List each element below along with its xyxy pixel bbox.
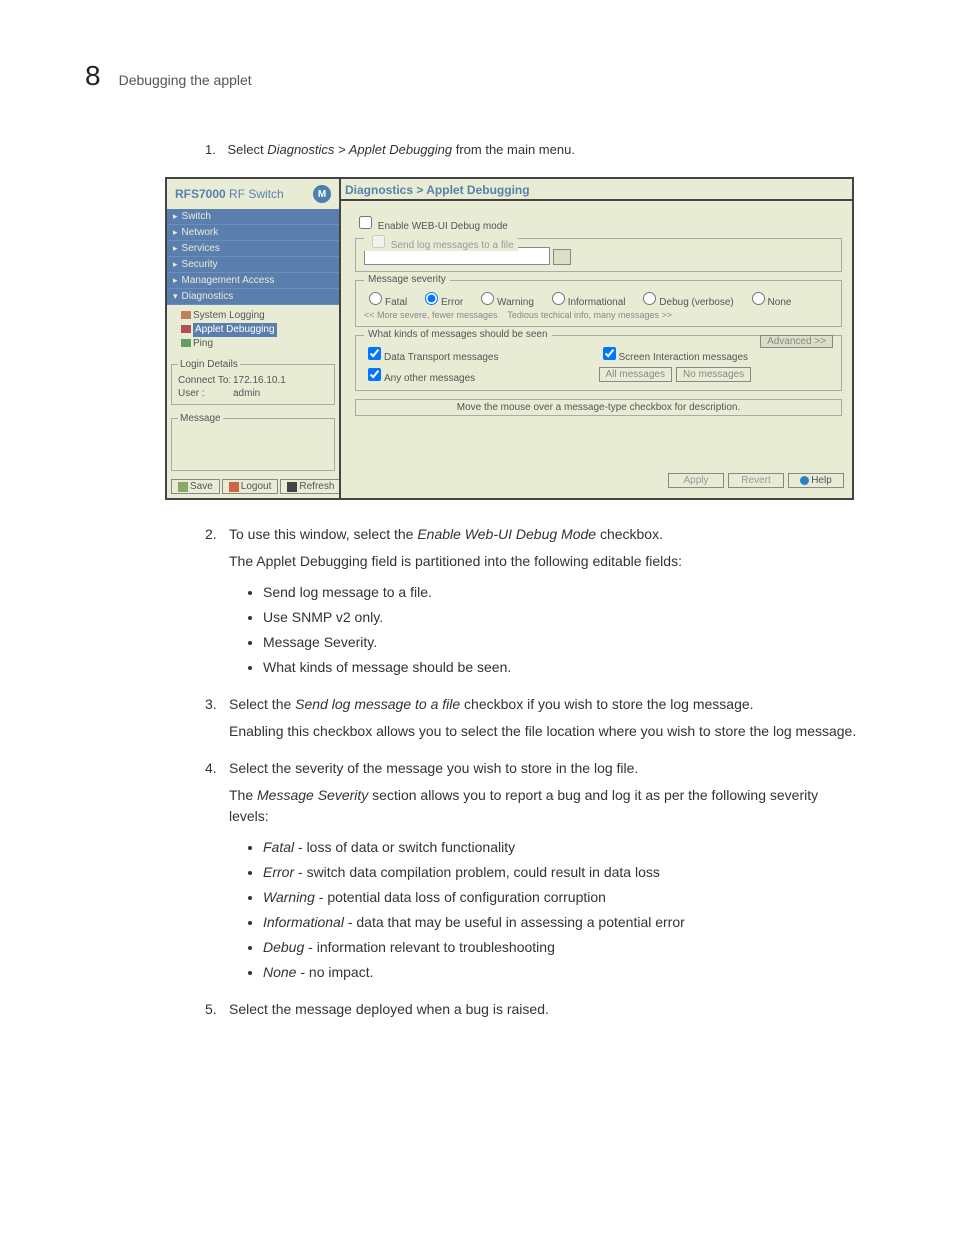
send-file-legend: Send log messages to a file [391, 240, 514, 251]
browse-button[interactable] [553, 249, 571, 265]
chapter-title: Debugging the applet [119, 72, 252, 88]
bottom-buttons: Apply Revert Help [341, 469, 852, 492]
login-connect-label: Connect To: [178, 375, 233, 386]
sev-fatal[interactable]: Fatal [364, 297, 407, 308]
nav-switch[interactable]: Switch [167, 209, 339, 225]
kinds-fieldset: What kinds of messages should be seen Ad… [355, 335, 842, 391]
sev-none[interactable]: None [747, 297, 792, 308]
hover-hint: Move the mouse over a message-type check… [355, 399, 842, 416]
revert-button[interactable]: Revert [728, 473, 784, 488]
message-box: Message [171, 413, 335, 471]
nav-security[interactable]: Security [167, 257, 339, 273]
step-2-num: 2. [205, 524, 229, 688]
save-button[interactable]: Save [171, 479, 220, 494]
nav-mgmt-access[interactable]: Management Access [167, 273, 339, 289]
body-text: 2. To use this window, select the Enable… [205, 524, 859, 1020]
sev-informational[interactable]: Informational [547, 297, 626, 308]
chevron-right-icon [173, 275, 178, 286]
advanced-button[interactable]: Advanced >> [760, 335, 833, 348]
login-connect-value: 172.16.10.1 [233, 375, 286, 386]
brand-model: RFS7000 [175, 187, 226, 201]
bullet: Message Severity. [263, 632, 859, 653]
main-panel: Diagnostics > Applet Debugging Enable WE… [339, 179, 852, 498]
tree-ping[interactable]: Ping [181, 337, 335, 351]
logout-icon [229, 482, 239, 492]
sev-hint-right: Tedious techical info, many messages >> [507, 310, 672, 320]
step-1-path: Diagnostics > Applet Debugging [267, 142, 452, 157]
chevron-down-icon [173, 291, 178, 302]
send-file-checkbox[interactable] [372, 235, 385, 248]
bullet: Use SNMP v2 only. [263, 607, 859, 628]
login-details-box: Login Details Connect To:172.16.10.1 Use… [171, 359, 335, 405]
log-icon [181, 311, 191, 319]
no-messages-button[interactable]: No messages [676, 367, 751, 382]
bullet: Send log message to a file. [263, 582, 859, 603]
sev-error[interactable]: Error [420, 297, 463, 308]
sev-debug[interactable]: Debug (verbose) [638, 297, 733, 308]
step-1-num: 1. [205, 142, 216, 157]
login-user-value: admin [233, 388, 260, 399]
sev-warning[interactable]: Warning [476, 297, 534, 308]
nav-menu: Switch Network Services Security Managem… [167, 209, 339, 305]
chevron-right-icon [173, 243, 178, 254]
enable-debug-row: Enable WEB-UI Debug mode [355, 213, 842, 232]
step-3-num: 3. [205, 694, 229, 752]
step-5-num: 5. [205, 999, 229, 1020]
tree-system-logging[interactable]: System Logging [181, 309, 335, 323]
chk-data-transport[interactable]: Data Transport messages [364, 344, 599, 363]
refresh-icon [287, 482, 297, 492]
breadcrumb: Diagnostics > Applet Debugging [341, 181, 852, 201]
brand-kind: RF Switch [226, 187, 284, 201]
chevron-right-icon [173, 227, 178, 238]
apply-button[interactable]: Apply [668, 473, 724, 488]
logout-button[interactable]: Logout [222, 479, 279, 494]
tree-applet-debugging[interactable]: Applet Debugging [181, 323, 335, 337]
brand-bar: RFS7000 RF Switch M [167, 179, 339, 209]
nav-network[interactable]: Network [167, 225, 339, 241]
login-legend: Login Details [178, 359, 240, 370]
all-messages-button[interactable]: All messages [599, 367, 672, 382]
bullet: What kinds of message should be seen. [263, 657, 859, 678]
severity-legend: Message severity [364, 274, 450, 285]
severity-fieldset: Message severity Fatal Error Warning Inf… [355, 280, 842, 327]
chevron-right-icon [173, 211, 178, 222]
message-legend: Message [178, 413, 223, 424]
step-1-suffix: from the main menu. [452, 142, 575, 157]
step-4-num: 4. [205, 758, 229, 993]
login-user-label: User : [178, 388, 233, 399]
refresh-button[interactable]: Refresh [280, 479, 341, 494]
step-1-prefix: Select [227, 142, 267, 157]
enable-debug-checkbox[interactable] [359, 216, 372, 229]
chapter-header: 8 Debugging the applet [85, 60, 859, 92]
sev-hint-left: << More severe, fewer messages [364, 310, 498, 320]
help-button[interactable]: Help [788, 473, 844, 488]
kinds-legend: What kinds of messages should be seen [364, 329, 552, 340]
chk-any-other[interactable]: Any other messages [364, 365, 599, 384]
nav-subtree: System Logging Applet Debugging Ping [167, 305, 339, 355]
help-icon [800, 476, 809, 485]
ping-icon [181, 339, 191, 347]
sidebar: RFS7000 RF Switch M Switch Network Servi… [167, 179, 339, 498]
step-1: 1. Select Diagnostics > Applet Debugging… [205, 142, 859, 157]
save-icon [178, 482, 188, 492]
nav-services[interactable]: Services [167, 241, 339, 257]
send-file-fieldset: Send log messages to a file [355, 238, 842, 272]
nav-diagnostics[interactable]: Diagnostics [167, 289, 339, 305]
enable-debug-label: Enable WEB-UI Debug mode [378, 221, 508, 232]
bug-icon [181, 325, 191, 333]
brand-logo-icon: M [313, 185, 331, 203]
screenshot: RFS7000 RF Switch M Switch Network Servi… [165, 177, 854, 500]
chapter-number: 8 [85, 60, 101, 92]
sidebar-buttons: Save Logout Refresh [167, 475, 339, 498]
chevron-right-icon [173, 259, 178, 270]
